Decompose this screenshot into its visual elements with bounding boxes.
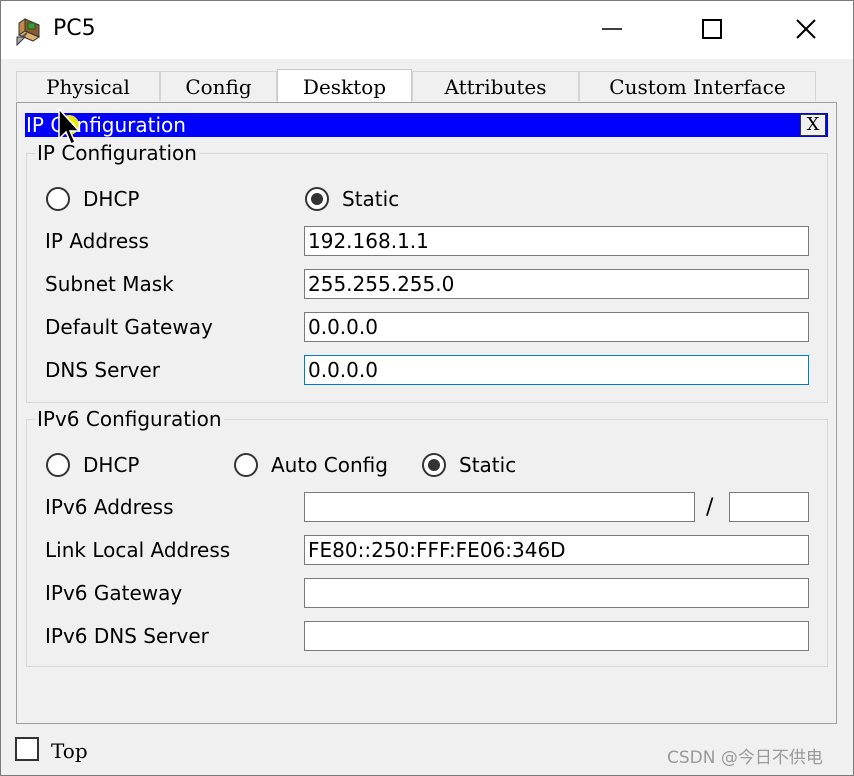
ip-configuration-header: IP Configuration X: [25, 113, 828, 137]
ipv4-static-label: Static: [342, 187, 400, 211]
title-bar[interactable]: PC5: [1, 1, 853, 59]
ipv6-auto-config-radio[interactable]: [234, 453, 258, 477]
ipv6-gateway-label: IPv6 Gateway: [45, 581, 183, 605]
minimize-icon: [602, 28, 622, 30]
ipv6-address-label: IPv6 Address: [45, 495, 174, 519]
tab-custom-interface[interactable]: Custom Interface: [579, 71, 816, 101]
subnet-mask-label: Subnet Mask: [45, 272, 174, 296]
top-label: Top: [51, 739, 88, 763]
pc5-window: PC5 Physical Config Desktop Attributes C…: [0, 0, 854, 776]
panel-close-button[interactable]: X: [800, 114, 826, 136]
top-checkbox[interactable]: [15, 737, 39, 761]
maximize-icon: [702, 19, 722, 39]
ipv4-dhcp-label: DHCP: [83, 187, 140, 211]
tab-physical[interactable]: Physical: [16, 71, 160, 101]
ipv6-static-label: Static: [459, 453, 517, 477]
tab-attributes[interactable]: Attributes: [412, 71, 579, 101]
link-local-address-field[interactable]: FE80::250:FFF:FE06:346D: [304, 535, 809, 565]
close-icon: [796, 19, 816, 39]
dns-server-field[interactable]: 0.0.0.0: [304, 355, 809, 385]
ipv6-legend: IPv6 Configuration: [35, 406, 224, 432]
csdn-watermark: CSDN @今日不供电: [667, 748, 823, 768]
ipv6-static-radio[interactable]: [422, 453, 446, 477]
window-title: PC5: [53, 16, 96, 41]
maximize-button[interactable]: [689, 7, 735, 51]
minimize-button[interactable]: [589, 7, 635, 51]
ipv6-dns-server-field[interactable]: [304, 621, 809, 651]
default-gateway-field[interactable]: 0.0.0.0: [304, 312, 809, 342]
ipv6-auto-config-label: Auto Config: [271, 453, 388, 477]
prefix-separator: /: [706, 495, 714, 520]
tab-desktop[interactable]: Desktop: [277, 69, 412, 103]
ipv6-gateway-field[interactable]: [304, 578, 809, 608]
pc-folder-icon: [15, 15, 47, 47]
default-gateway-label: Default Gateway: [45, 315, 213, 339]
ip-address-label: IP Address: [45, 229, 149, 253]
dns-server-label: DNS Server: [45, 358, 160, 382]
close-button[interactable]: [783, 7, 829, 51]
ipv6-dhcp-radio[interactable]: [46, 453, 70, 477]
ipv4-static-radio[interactable]: [305, 187, 329, 211]
ipv6-address-field[interactable]: [304, 492, 695, 522]
tab-bar: Physical Config Desktop Attributes Custo…: [16, 69, 836, 103]
ipv6-dns-server-label: IPv6 DNS Server: [45, 624, 209, 648]
link-local-address-label: Link Local Address: [45, 538, 231, 562]
ipv4-dhcp-radio[interactable]: [46, 187, 70, 211]
ip-address-field[interactable]: 192.168.1.1: [304, 226, 809, 256]
subnet-mask-field[interactable]: 255.255.255.0: [304, 269, 809, 299]
panel-title: IP Configuration: [26, 113, 186, 137]
tab-config[interactable]: Config: [160, 71, 277, 101]
ipv6-prefix-field[interactable]: [729, 492, 809, 522]
ipv6-dhcp-label: DHCP: [83, 453, 140, 477]
mouse-cursor-icon: [57, 107, 87, 153]
